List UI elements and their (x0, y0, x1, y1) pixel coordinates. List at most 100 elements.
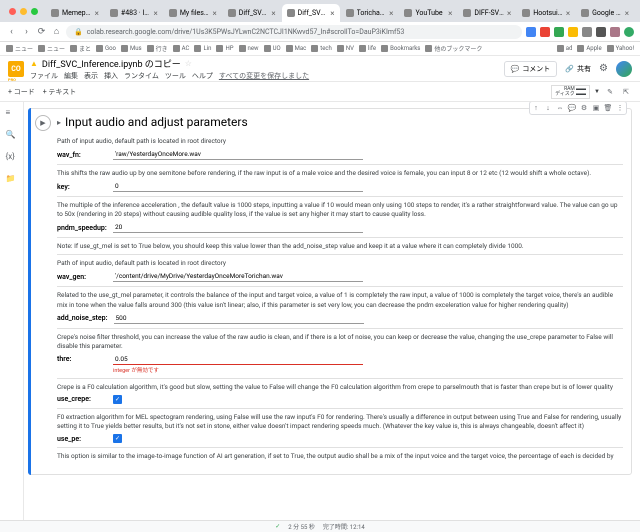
menu-item[interactable]: 挿入 (104, 71, 118, 81)
bookmark-item[interactable]: life (359, 44, 376, 53)
delete-cell-icon[interactable]: 🗑 (603, 103, 613, 113)
document-title[interactable]: Diff_SVC_Inference.ipynb のコピー (42, 57, 181, 70)
form-parameter: The multiple of the inference accelerati… (57, 196, 623, 237)
browser-tab[interactable]: Torichan - Go× (341, 4, 399, 22)
add-text-button[interactable]: + テキスト (43, 87, 77, 97)
param-description: The multiple of the inference accelerati… (57, 201, 623, 219)
files-icon[interactable]: 📁 (6, 174, 18, 186)
menu-item[interactable]: 表示 (84, 71, 98, 81)
bookmark-item[interactable]: 他のブックマーク (425, 44, 482, 53)
bookmark-item[interactable]: NV (337, 44, 354, 53)
browser-tab[interactable]: YouTube× (399, 4, 457, 22)
user-avatar[interactable] (616, 61, 632, 77)
param-label: use_crepe: (57, 395, 107, 403)
share-button[interactable]: 🔗 共有 (565, 64, 591, 74)
browser-tab[interactable]: Diff_SVC_trai× (223, 4, 281, 22)
bookmark-item[interactable]: new (239, 44, 259, 53)
bookmark-item[interactable]: Apple (577, 45, 601, 52)
vars-icon[interactable]: {x} (6, 152, 18, 164)
maximize-window[interactable] (31, 8, 38, 15)
extension-icon[interactable] (610, 27, 620, 37)
param-input[interactable] (113, 149, 363, 160)
edit-icon[interactable]: ✎ (604, 86, 616, 98)
add-code-button[interactable]: + コード (8, 87, 35, 97)
extension-icon[interactable] (526, 27, 536, 37)
comment-cell-icon[interactable]: 💬 (567, 103, 577, 113)
browser-tab[interactable]: My files - One× (164, 4, 222, 22)
resource-indicator[interactable]: RAM ▬▬ ディスク ▬▬ (551, 85, 590, 99)
extension-icon[interactable] (554, 27, 564, 37)
browser-tab[interactable]: Google Colab× (576, 4, 634, 22)
more-icon[interactable]: ⋮ (615, 103, 625, 113)
settings-icon[interactable]: ⚙ (599, 63, 608, 74)
home-button[interactable]: ⌂ (51, 26, 62, 37)
bookmark-item[interactable]: Lin (194, 44, 211, 53)
close-window[interactable] (9, 8, 16, 15)
form-parameter: Crepe is a F0 calculation algorithm, it'… (57, 378, 623, 408)
menu-item[interactable]: ツール (165, 71, 186, 81)
browser-tab[interactable]: Memeplex.app× (46, 4, 104, 22)
menu-item[interactable]: ランタイム (124, 71, 159, 81)
collapse-icon[interactable]: ▸ (57, 118, 61, 127)
toc-icon[interactable]: ≡ (6, 108, 18, 120)
param-description: Crepe is a F0 calculation algorithm, it'… (57, 383, 623, 392)
comment-button[interactable]: 💬 コメント (504, 61, 558, 77)
form-parameter: Related to the use_gt_mel parameter, it … (57, 286, 623, 327)
expand-icon[interactable]: ⇱ (620, 86, 632, 98)
param-description: Path of input audio, default path is loc… (57, 137, 623, 146)
param-checkbox[interactable]: ✓ (113, 434, 122, 443)
profile-icon[interactable] (624, 27, 634, 37)
browser-tab[interactable]: #483 · Issue #× (105, 4, 163, 22)
bookmark-item[interactable]: ad (557, 45, 573, 52)
settings-cell-icon[interactable]: ⚙ (579, 103, 589, 113)
link-icon[interactable]: ⇔ (555, 103, 565, 113)
bookmark-item[interactable]: Goo (96, 44, 116, 53)
star-icon[interactable]: ☆ (185, 59, 192, 68)
menu-item[interactable]: ファイル (30, 71, 58, 81)
param-input[interactable] (113, 181, 363, 192)
extension-icon[interactable] (596, 27, 606, 37)
browser-tab[interactable]: DIFF-SVC FO× (458, 4, 516, 22)
move-up-icon[interactable]: ↑ (531, 103, 541, 113)
bookmark-item[interactable]: AC (173, 44, 190, 53)
form-note: Note: If use_gt_mel is set to True below… (57, 237, 623, 254)
bookmark-item[interactable]: HP (216, 44, 233, 53)
browser-tab[interactable]: Diff_SVC_Infe× (282, 4, 340, 22)
param-input[interactable] (113, 222, 363, 233)
bookmark-item[interactable]: tech (311, 44, 332, 53)
colab-logo[interactable] (8, 61, 24, 77)
code-cell[interactable]: ↑ ↓ ⇔ 💬 ⚙ ▣ 🗑 ⋮ ▶ ▸ Input audio and adju… (28, 108, 632, 475)
bookmark-item[interactable]: ニュー (6, 44, 33, 53)
forward-button[interactable]: › (21, 26, 32, 37)
reload-button[interactable]: ⟳ (36, 26, 47, 37)
bookmark-item[interactable]: Mac (286, 44, 307, 53)
minimize-window[interactable] (20, 8, 27, 15)
url-input[interactable]: 🔒 colab.research.google.com/drive/1Us3K5… (66, 25, 522, 39)
search-icon[interactable]: 🔍 (6, 130, 18, 142)
bookmark-item[interactable]: まと (70, 44, 91, 53)
param-input[interactable] (114, 313, 364, 324)
param-error: integer が無効です (113, 366, 623, 374)
back-button[interactable]: ‹ (6, 26, 17, 37)
mirror-icon[interactable]: ▣ (591, 103, 601, 113)
browser-tab[interactable]: Hootsuite× (517, 4, 575, 22)
drive-icon: ▲ (30, 59, 38, 68)
run-cell-button[interactable]: ▶ (35, 115, 51, 131)
param-checkbox[interactable]: ✓ (113, 395, 122, 404)
param-input[interactable] (113, 354, 363, 365)
menu-item[interactable]: 編集 (64, 71, 78, 81)
param-input[interactable] (113, 271, 363, 282)
menu-item[interactable]: ヘルプ (192, 71, 213, 81)
bookmark-item[interactable]: ニュー (38, 44, 65, 53)
move-down-icon[interactable]: ↓ (543, 103, 553, 113)
bookmark-item[interactable]: Bookmarks (381, 44, 420, 53)
bookmark-item[interactable]: 行き (147, 44, 168, 53)
extension-icon[interactable] (568, 27, 578, 37)
bookmark-item[interactable]: Yahoo! (607, 45, 634, 52)
bookmark-item[interactable]: UO (264, 44, 281, 53)
extension-icon[interactable] (582, 27, 592, 37)
browser-tab-strip: Memeplex.app×#483 · Issue #×My files - O… (0, 0, 640, 22)
param-label: wav_fn: (57, 151, 107, 159)
bookmark-item[interactable]: Mus (121, 44, 142, 53)
extension-icon[interactable] (540, 27, 550, 37)
